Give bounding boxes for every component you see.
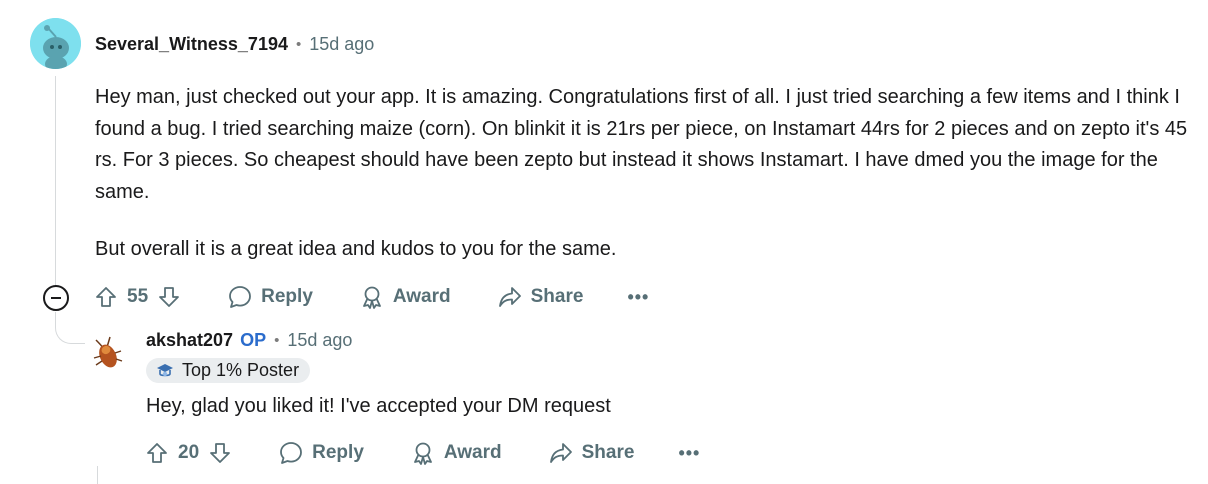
collapse-thread-button[interactable]	[43, 285, 69, 311]
upvote-icon	[147, 443, 167, 463]
op-badge: OP	[240, 330, 267, 350]
award-button[interactable]: Award	[410, 440, 502, 466]
top-poster-icon	[157, 363, 173, 376]
minus-icon	[51, 297, 61, 299]
comment-paragraph: But overall it is a great idea and kudos…	[95, 238, 617, 260]
meta-separator: •	[295, 36, 302, 53]
award-icon	[413, 442, 432, 465]
comment-action-bar: 55 Reply Award Share •••	[94, 284, 649, 310]
thread-line-reply	[97, 466, 98, 484]
comment-bubble-icon	[229, 286, 252, 308]
reply-button[interactable]: Reply	[278, 440, 364, 466]
author-name[interactable]: Several_Witness_7194	[95, 34, 288, 55]
vote-count: 20	[178, 442, 200, 463]
downvote-icon	[159, 287, 180, 307]
snoo-avatar-icon	[30, 18, 81, 69]
more-options-icon[interactable]: •••	[678, 443, 700, 464]
upvote-button[interactable]	[94, 285, 118, 309]
share-button[interactable]: Share	[548, 440, 635, 466]
share-button[interactable]: Share	[497, 284, 584, 310]
share-icon	[549, 443, 572, 463]
reply-connector	[55, 312, 85, 344]
share-icon	[498, 287, 521, 307]
author-name[interactable]: akshat207	[146, 330, 233, 351]
reply-label: Reply	[261, 286, 313, 307]
cockroach-avatar-icon	[93, 336, 123, 368]
avatar[interactable]	[88, 334, 126, 372]
avatar[interactable]	[30, 18, 81, 69]
downvote-button[interactable]	[157, 285, 181, 309]
comment-meta: Several_Witness_7194 • 15d ago	[95, 34, 374, 55]
upvote-icon	[96, 287, 116, 307]
award-label: Award	[392, 286, 451, 307]
reply-meta: akshat207 OP • 15d ago	[146, 330, 352, 351]
comment-paragraph: Hey man, just checked out your app. It i…	[95, 86, 1188, 203]
flair-label: Top 1% Poster	[182, 360, 300, 380]
reply-time[interactable]: 15d ago	[287, 330, 352, 351]
award-label: Award	[443, 442, 502, 463]
share-label: Share	[530, 286, 584, 307]
vote-count: 55	[127, 286, 149, 307]
reply-action-bar: 20 Reply Award Share •••	[145, 440, 700, 466]
share-label: Share	[581, 442, 635, 463]
downvote-button[interactable]	[208, 441, 232, 465]
upvote-button[interactable]	[145, 441, 169, 465]
comment-bubble-icon	[280, 442, 303, 464]
reply-text: Hey, glad you liked it! I've accepted yo…	[146, 395, 611, 417]
meta-separator: •	[274, 332, 280, 349]
downvote-icon	[210, 443, 231, 463]
reply-button[interactable]: Reply	[227, 284, 313, 310]
reply-label: Reply	[312, 442, 364, 463]
more-options-icon[interactable]: •••	[627, 287, 649, 308]
thread-line	[55, 76, 56, 286]
award-icon	[362, 286, 381, 309]
award-button[interactable]: Award	[359, 284, 451, 310]
comment-time[interactable]: 15d ago	[309, 34, 374, 55]
user-flair: Top 1% Poster	[146, 358, 311, 383]
